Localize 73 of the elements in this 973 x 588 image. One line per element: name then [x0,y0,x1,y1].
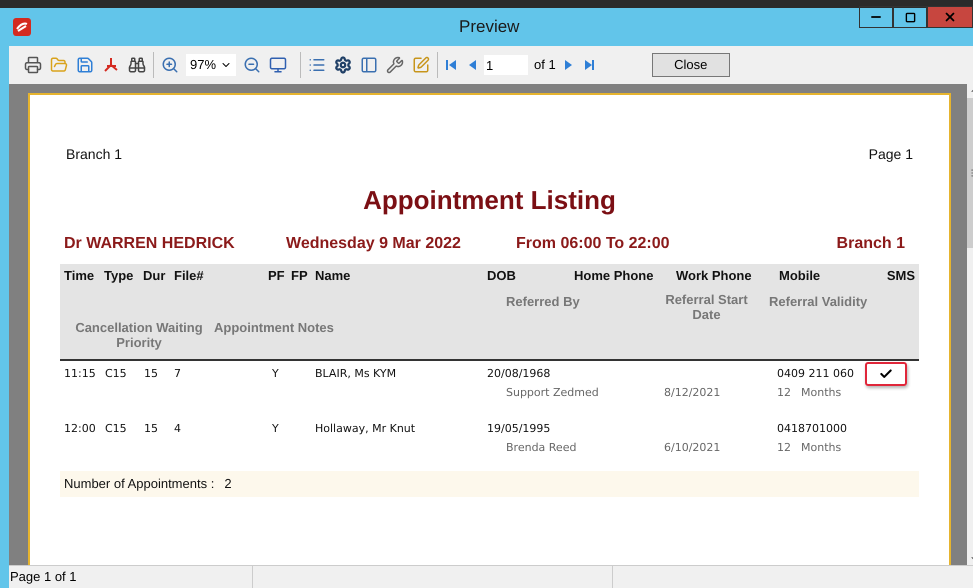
column-header: Type [104,267,134,285]
column-header: Appointment Notes [214,320,334,337]
column-header: Name [315,267,352,285]
time-range: From 06:00 To 22:00 [516,234,670,254]
save-icon[interactable] [75,55,95,75]
type-cell-text: C15 [105,366,128,382]
type-cell-text: C15 [105,420,128,437]
referral-start-cell-text: 6/10/2021 [664,440,722,456]
file-cell-text: 4 [174,420,182,437]
mobile-cell-text: 0418701000 [777,420,848,437]
duration-cell-text: 15 [144,420,159,437]
first-page-icon[interactable] [444,58,458,72]
column-header: Referred By [506,292,581,311]
monitor-icon[interactable] [268,55,288,75]
report-date: Wednesday 9 Mar 2022 [286,234,462,254]
panel-icon[interactable] [359,55,380,75]
column-header: Time [64,267,96,285]
pf-cell-text: Y [272,366,280,382]
edit-icon[interactable] [411,55,432,75]
zoom-out-icon[interactable] [242,55,262,75]
page-count: of 1 [534,56,556,74]
mobile-cell-text: 0409 211 060 [777,366,855,382]
maximize-button[interactable] [893,6,927,28]
zoom-in-icon[interactable] [160,55,180,75]
window-title: Preview [459,16,520,38]
branch-name: Branch 1 [836,234,905,254]
pf-cell-text: Y [272,420,280,437]
time-cell-text: 11:15 [64,366,97,382]
zoom-dropdown[interactable]: 97% [186,54,236,76]
binoculars-icon[interactable] [127,55,147,75]
close-button[interactable]: Close [652,53,730,77]
doctor-name: Dr WARREN HEDRICK [64,234,236,254]
page-number-field[interactable]: 1 [484,55,528,75]
column-header: File# [174,267,205,285]
validity-unit: Months [801,384,842,401]
branch-label: Branch 1 [66,145,122,164]
column-header: Referral Start Date [664,292,749,322]
validity-unit: Months [801,440,842,456]
referral-start-cell-text: 8/12/2021 [664,384,722,401]
page-label: Page 1 [868,145,913,164]
status-page: Page 1 of 1 [9,566,253,588]
total-value: 2 [224,475,232,494]
app-logo-icon [13,18,31,36]
total-label: Number of Appointments : [64,475,214,494]
dob-cell-text: 19/05/1995 [487,420,552,437]
referred-by-cell-text: Support Zedmed [506,384,600,401]
column-header: PF [268,267,286,285]
dob-cell-text: 20/08/1968 [487,366,552,382]
column-header: Referral Validity [769,292,868,311]
minimize-button[interactable] [859,6,893,28]
settings-icon[interactable] [333,55,354,75]
column-header: DOB [487,267,517,285]
file-cell-text: 7 [174,366,182,382]
report-title: Appointment Listing [363,184,616,217]
patient-name: Hollaway, Mr Knut [315,420,416,437]
time-cell-text: 12:00 [64,420,97,437]
validity-number: 12 [777,384,792,401]
column-header: SMS [886,267,915,285]
validity-number: 12 [777,440,792,456]
close-icon [943,10,957,24]
column-header: Dur [143,267,166,285]
maximize-icon [904,12,916,22]
column-header: FP [291,267,309,285]
wrench-icon[interactable] [385,55,406,75]
column-header: Cancellation Waiting Priority [74,320,204,350]
print-icon[interactable] [23,55,43,75]
patient-name: BLAIR, Ms KYM [315,366,398,382]
column-header: Mobile [779,267,822,285]
column-header: Home Phone [574,267,654,285]
duration-cell-text: 15 [144,366,159,382]
column-header: Work Phone [676,267,753,285]
referred-by-cell-text: Brenda Reed [506,440,578,456]
close-window-button[interactable] [927,6,973,28]
